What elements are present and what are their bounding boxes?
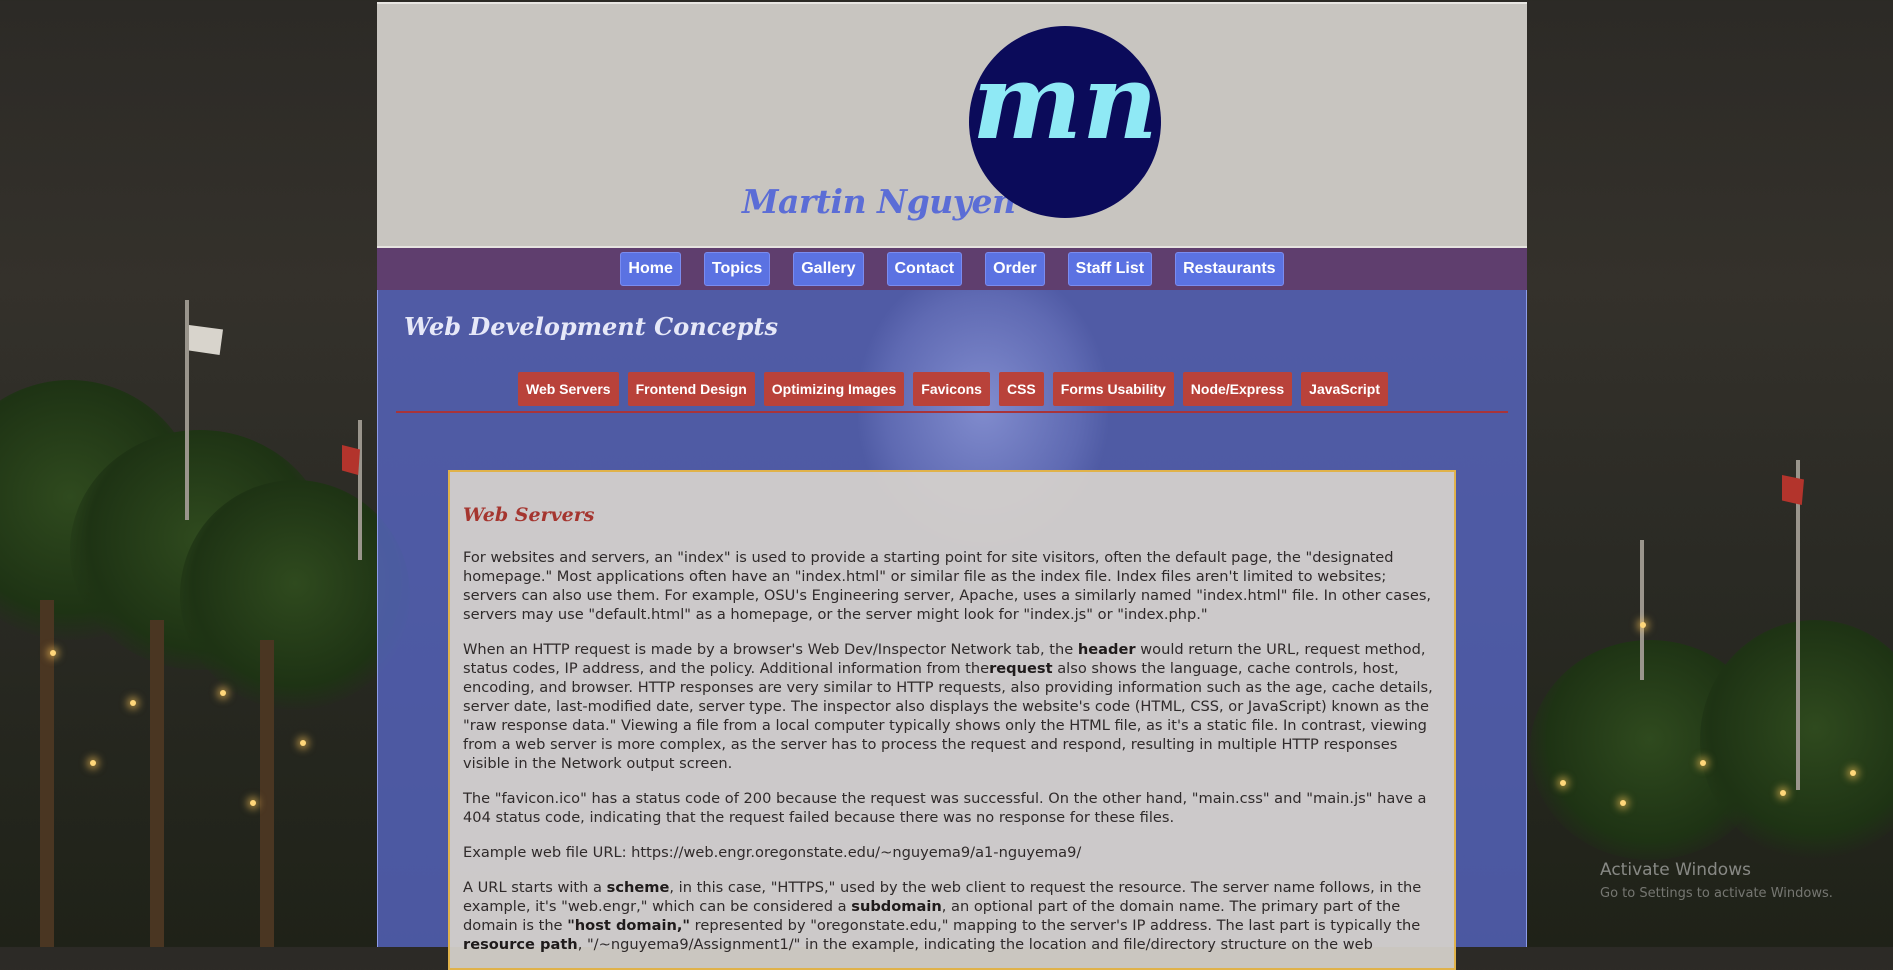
term-resource-path: resource path [463, 936, 578, 953]
term-header: header [1077, 641, 1136, 658]
subnav-css[interactable]: CSS [998, 372, 1044, 406]
activate-windows-subtitle: Go to Settings to activate Windows. [1600, 886, 1833, 901]
paragraph-example-url: Example web file URL: https://web.engr.o… [463, 844, 1082, 861]
nav-topics[interactable]: Topics [703, 252, 771, 286]
paragraph-favicon: The "favicon.ico" has a status code of 2… [463, 790, 1427, 826]
nav-contact[interactable]: Contact [886, 252, 963, 286]
web-servers-article: Web Servers For websites and servers, an… [448, 470, 1456, 970]
page-container: Martin Nguyen mn Home Topics Gallery Con… [377, 0, 1528, 970]
logo: mn [969, 26, 1161, 218]
term-subdomain: subdomain [851, 898, 942, 915]
site-header: Martin Nguyen mn [377, 2, 1527, 248]
subnav-frontend-design[interactable]: Frontend Design [627, 372, 755, 406]
subnav-node-express[interactable]: Node/Express [1182, 372, 1293, 406]
paragraph-url-parts: A URL starts with a scheme, in this case… [463, 879, 1422, 953]
section-title: Web Development Concepts [404, 312, 778, 341]
term-scheme: scheme [606, 879, 670, 896]
section-divider [396, 411, 1508, 413]
paragraph-http: When an HTTP request is made by a browse… [463, 641, 1433, 772]
nav-staff-list[interactable]: Staff List [1067, 252, 1153, 286]
nav-gallery[interactable]: Gallery [793, 252, 864, 286]
subnav-forms-usability[interactable]: Forms Usability [1052, 372, 1174, 406]
logo-text: mn [972, 40, 1158, 163]
subnav-javascript[interactable]: JavaScript [1301, 372, 1388, 406]
subnav-favicons[interactable]: Favicons [913, 372, 990, 406]
subnav-web-servers[interactable]: Web Servers [517, 372, 619, 406]
term-host-domain: "host domain," [567, 917, 691, 934]
nav-order[interactable]: Order [985, 252, 1045, 286]
term-request: request [989, 660, 1053, 677]
site-name: Martin Nguyen [742, 182, 1016, 221]
subnav-optimizing-images[interactable]: Optimizing Images [763, 372, 905, 406]
main-nav: Home Topics Gallery Contact Order Staff … [377, 248, 1527, 290]
article-title: Web Servers [463, 504, 595, 526]
nav-restaurants[interactable]: Restaurants [1175, 252, 1284, 286]
topic-subnav: Web Servers Frontend Design Optimizing I… [378, 372, 1528, 408]
paragraph-index: For websites and servers, an "index" is … [463, 549, 1432, 623]
activate-windows-title: Activate Windows [1600, 860, 1751, 880]
nav-home[interactable]: Home [620, 252, 681, 286]
main-content: Web Development Concepts Web Servers Fro… [377, 290, 1528, 970]
